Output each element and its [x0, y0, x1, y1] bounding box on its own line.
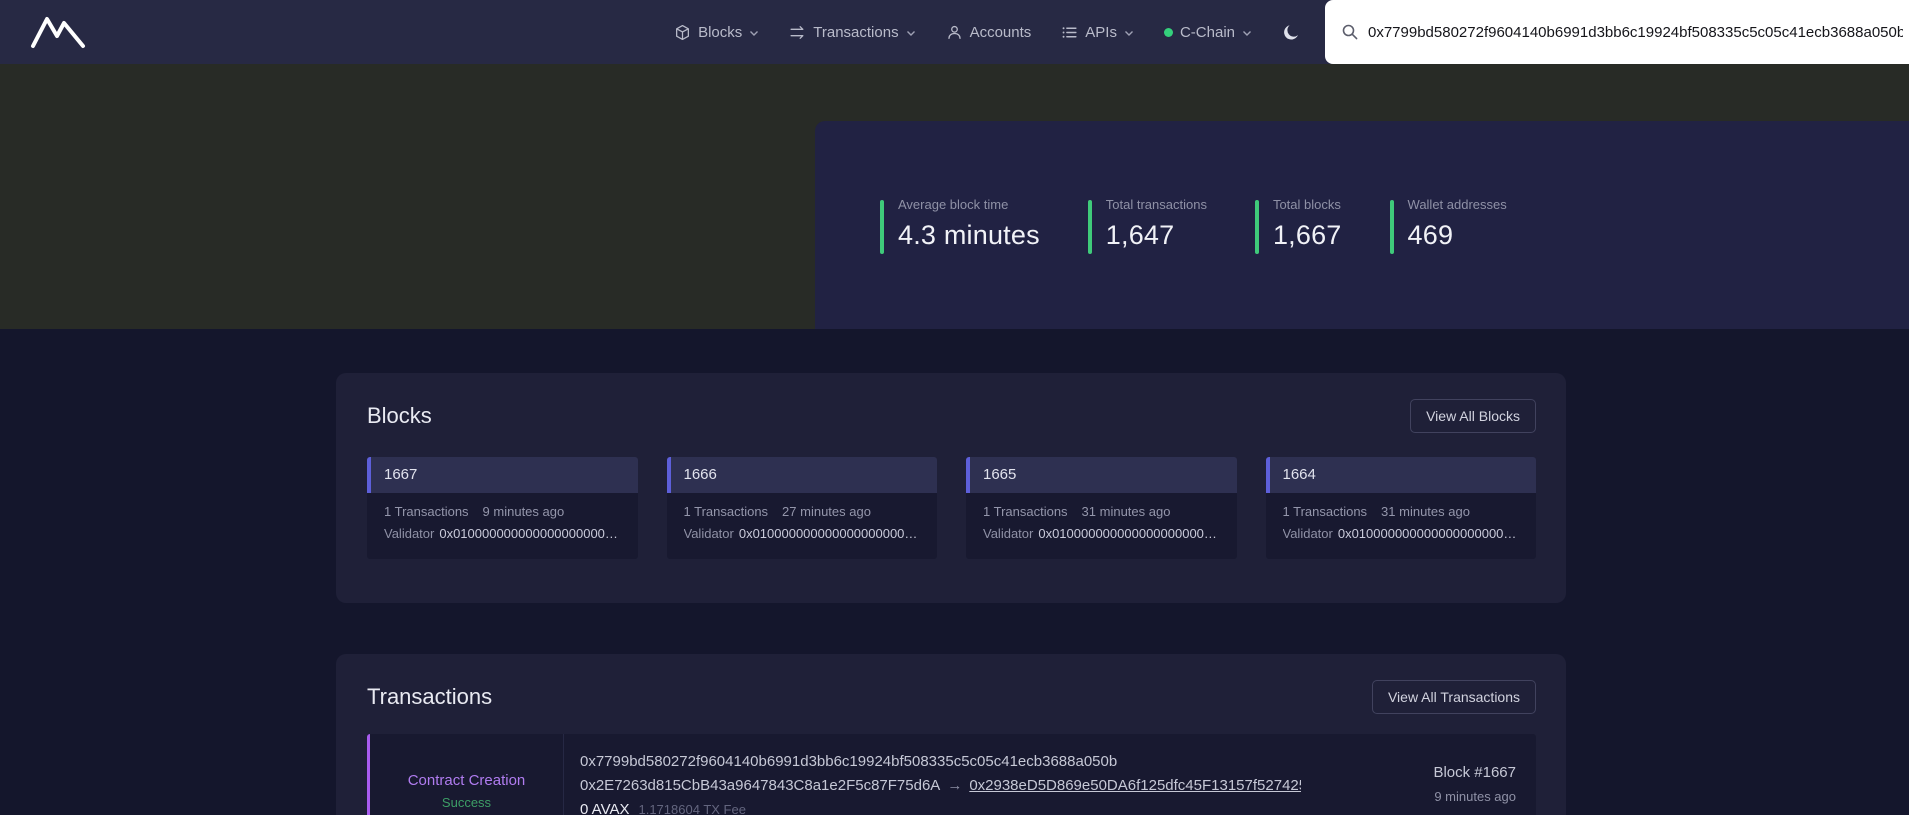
stat-value: 1,667 — [1273, 220, 1342, 251]
avalanche-logo-icon — [30, 15, 86, 49]
stats-panel: Average block time 4.3 minutes Total tra… — [815, 121, 1909, 329]
validator-label: Validator — [684, 526, 734, 541]
nav-label: Blocks — [698, 24, 742, 41]
block-tx-count: 1 Transactions — [983, 504, 1068, 519]
chevron-down-icon — [906, 30, 916, 37]
validator-address: 0x01000000000000000000000000000000000000… — [1338, 526, 1522, 541]
top-navbar: Blocks Transactions Accounts APIs — [0, 0, 1909, 64]
blocks-section-title: Blocks — [367, 403, 432, 429]
chain-selector[interactable]: C-Chain — [1164, 24, 1252, 41]
transactions-icon — [789, 24, 806, 41]
nav-label: Transactions — [813, 24, 898, 41]
transaction-amount: 0 AVAX — [580, 801, 629, 815]
transaction-meta: Block #1667 9 minutes ago — [1321, 734, 1536, 815]
block-tx-count: 1 Transactions — [1283, 504, 1368, 519]
stat-accent-bar — [880, 200, 884, 254]
block-number: 1664 — [1266, 457, 1537, 493]
person-icon — [946, 24, 963, 41]
block-age: 31 minutes ago — [1082, 504, 1171, 519]
arrow-right-icon: → — [947, 777, 962, 794]
chevron-down-icon — [1124, 30, 1134, 37]
view-all-transactions-button[interactable]: View All Transactions — [1372, 680, 1536, 714]
stat-label: Average block time — [898, 197, 1040, 212]
stat-total-blocks: Total blocks 1,667 — [1255, 197, 1342, 254]
moon-icon — [1282, 23, 1301, 42]
transaction-type: Contract Creation — [408, 772, 526, 789]
stat-value: 469 — [1408, 220, 1507, 251]
validator-address: 0x01000000000000000000000000000000000000… — [439, 526, 623, 541]
stat-label: Total blocks — [1273, 197, 1342, 212]
stat-label: Wallet addresses — [1408, 197, 1507, 212]
transaction-block-link[interactable]: Block #1667 — [1321, 764, 1516, 781]
transaction-details: 0x7799bd580272f9604140b6991d3bb6c19924bf… — [564, 734, 1321, 815]
nav-label: Accounts — [970, 24, 1032, 41]
search-input[interactable] — [1368, 24, 1909, 41]
blocks-list: 1667 1 Transactions 9 minutes ago Validat… — [367, 457, 1536, 559]
stat-accent-bar — [1390, 200, 1394, 254]
blocks-card: Blocks View All Blocks 1667 1 Transactio… — [336, 373, 1566, 603]
transaction-type-cell: Contract Creation Success — [370, 734, 564, 815]
block-number: 1666 — [667, 457, 938, 493]
stat-total-transactions: Total transactions 1,647 — [1088, 197, 1207, 254]
block-card-1667[interactable]: 1667 1 Transactions 9 minutes ago Validat… — [367, 457, 638, 559]
to-address-link[interactable]: 0x2938eD5D869e50DA6f125dfc45F13157f52742… — [969, 777, 1301, 794]
validator-label: Validator — [983, 526, 1033, 541]
cube-icon — [674, 24, 691, 41]
stat-label: Total transactions — [1106, 197, 1207, 212]
transaction-row[interactable]: Contract Creation Success 0x7799bd580272… — [367, 734, 1536, 815]
validator-label: Validator — [384, 526, 434, 541]
avalanche-logo[interactable] — [30, 15, 86, 49]
chevron-down-icon — [1242, 30, 1252, 37]
block-age: 31 minutes ago — [1381, 504, 1470, 519]
nav-item-transactions[interactable]: Transactions — [789, 24, 915, 41]
theme-toggle[interactable] — [1282, 23, 1301, 42]
stat-wallet-addresses: Wallet addresses 469 — [1390, 197, 1507, 254]
stat-value: 4.3 minutes — [898, 220, 1040, 251]
transaction-age: 9 minutes ago — [1321, 789, 1516, 804]
block-tx-count: 1 Transactions — [684, 504, 769, 519]
block-age: 9 minutes ago — [483, 504, 565, 519]
validator-address: 0x01000000000000000000000000000000000000… — [1038, 526, 1222, 541]
nav-item-accounts[interactable]: Accounts — [946, 24, 1032, 41]
list-icon — [1061, 24, 1078, 41]
transactions-card: Transactions View All Transactions Contr… — [336, 654, 1566, 815]
stat-accent-bar — [1088, 200, 1092, 254]
chain-selector-label: C-Chain — [1180, 24, 1235, 41]
block-tx-count: 1 Transactions — [384, 504, 469, 519]
nav-label: APIs — [1085, 24, 1117, 41]
transaction-status-badge: Success — [442, 795, 491, 810]
view-all-blocks-button[interactable]: View All Blocks — [1410, 399, 1536, 433]
block-number: 1665 — [966, 457, 1237, 493]
search-icon — [1341, 23, 1359, 41]
block-card-1665[interactable]: 1665 1 Transactions 31 minutes ago Valida… — [966, 457, 1237, 559]
hero-section: Average block time 4.3 minutes Total tra… — [0, 64, 1909, 329]
nav-item-blocks[interactable]: Blocks — [674, 24, 759, 41]
block-card-1664[interactable]: 1664 1 Transactions 31 minutes ago Valida… — [1266, 457, 1537, 559]
block-age: 27 minutes ago — [782, 504, 871, 519]
validator-address: 0x01000000000000000000000000000000000000… — [739, 526, 923, 541]
block-card-1666[interactable]: 1666 1 Transactions 27 minutes ago Valida… — [667, 457, 938, 559]
validator-label: Validator — [1283, 526, 1333, 541]
chevron-down-icon — [749, 30, 759, 37]
transaction-fee: 1.1718604 TX Fee — [638, 802, 745, 815]
nav-menu: Blocks Transactions Accounts APIs — [674, 23, 1303, 42]
transaction-hash-link[interactable]: 0x7799bd580272f9604140b6991d3bb6c19924bf… — [580, 753, 1301, 770]
block-number: 1667 — [367, 457, 638, 493]
stat-value: 1,647 — [1106, 220, 1207, 251]
transactions-section-title: Transactions — [367, 684, 492, 710]
from-address-link[interactable]: 0x2E7263d815CbB43a9647843C8a1e2F5c87F75d… — [580, 777, 940, 794]
chain-status-dot-icon — [1164, 28, 1173, 37]
stat-average-block-time: Average block time 4.3 minutes — [880, 197, 1040, 254]
search-bar — [1325, 0, 1909, 64]
nav-item-apis[interactable]: APIs — [1061, 24, 1134, 41]
stat-accent-bar — [1255, 200, 1259, 254]
